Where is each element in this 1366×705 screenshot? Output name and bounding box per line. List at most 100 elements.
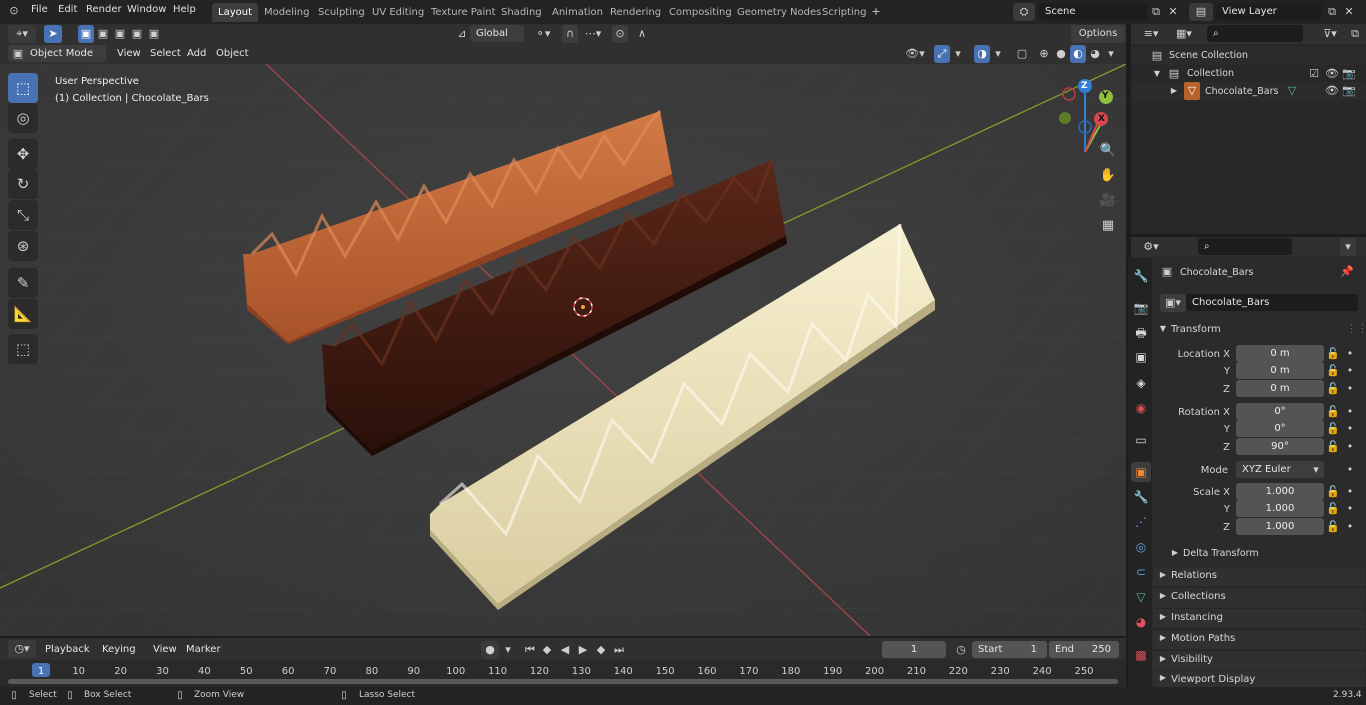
- zoom-icon[interactable]: 🔍: [1099, 142, 1117, 160]
- material-tab-icon[interactable]: ◕: [1131, 612, 1151, 632]
- options-button[interactable]: Options: [1071, 25, 1125, 43]
- collection-visibility-icon[interactable]: 👁: [1325, 65, 1339, 83]
- tab-layout[interactable]: Layout: [212, 3, 258, 22]
- cursor-tool[interactable]: ◎: [8, 103, 38, 133]
- keyframe-location-x-icon[interactable]: •: [1345, 345, 1355, 363]
- outliner-row-scene[interactable]: [1131, 47, 1366, 65]
- location-z-field[interactable]: 0 m: [1236, 380, 1324, 397]
- viewport-3d[interactable]: [0, 64, 1126, 636]
- remove-view-layer-icon[interactable]: ✕: [1342, 3, 1356, 21]
- shading-dropdown-icon[interactable]: ▾: [1104, 45, 1118, 63]
- playback-menu[interactable]: Playback: [40, 641, 95, 658]
- keying-set-dropdown-icon[interactable]: ▾: [501, 641, 515, 659]
- keyframe-rotation-x-icon[interactable]: •: [1345, 403, 1355, 421]
- jump-next-keyframe-icon[interactable]: ◆: [593, 641, 609, 659]
- render-tab-icon[interactable]: 📷: [1131, 298, 1151, 318]
- physics-tab-icon[interactable]: ◎: [1131, 537, 1151, 557]
- select-mode-invert-icon[interactable]: ▣: [129, 25, 145, 43]
- lock-location-y-icon[interactable]: 🔓: [1326, 362, 1340, 380]
- keyframe-scale-z-icon[interactable]: •: [1345, 518, 1355, 536]
- snap-icon[interactable]: ∩: [562, 25, 578, 43]
- lock-location-x-icon[interactable]: 🔓: [1326, 345, 1340, 363]
- view-layer-field[interactable]: View Layer: [1216, 3, 1322, 20]
- timeline-scrollbar[interactable]: [8, 679, 1118, 684]
- scale-z-field[interactable]: 1.000: [1236, 518, 1324, 535]
- outliner-display-mode-icon[interactable]: ▦▾: [1172, 25, 1196, 43]
- lock-scale-y-icon[interactable]: 🔓: [1326, 500, 1340, 518]
- tab-rendering[interactable]: Rendering: [604, 3, 667, 22]
- blender-logo-icon[interactable]: ⊙: [6, 2, 22, 20]
- select-mode-subtract-icon[interactable]: ▣: [112, 25, 128, 43]
- add-workspace-icon[interactable]: +: [870, 3, 882, 21]
- annotate-tool[interactable]: ✎: [8, 268, 38, 298]
- scale-y-field[interactable]: 1.000: [1236, 500, 1324, 517]
- menu-view[interactable]: View: [117, 48, 141, 59]
- particles-tab-icon[interactable]: ⋰: [1131, 512, 1151, 532]
- xray-icon[interactable]: ▢: [1014, 45, 1030, 63]
- menu-edit[interactable]: Edit: [58, 4, 77, 15]
- outliner-filter-icon[interactable]: ⊽▾: [1318, 25, 1342, 43]
- snap-target-icon[interactable]: ⋯▾: [580, 25, 606, 43]
- object-visibility-icon[interactable]: 👁: [1325, 82, 1339, 100]
- keyframe-rotation-z-icon[interactable]: •: [1345, 438, 1355, 456]
- lock-location-z-icon[interactable]: 🔓: [1326, 380, 1340, 398]
- properties-options-icon[interactable]: ▾: [1340, 238, 1356, 256]
- collection-checkbox-icon[interactable]: ☑: [1308, 65, 1320, 83]
- keyframe-scale-x-icon[interactable]: •: [1345, 483, 1355, 501]
- menu-select[interactable]: Select: [150, 48, 181, 59]
- modifier-tab-icon[interactable]: 🔧: [1131, 487, 1151, 507]
- preview-range-icon[interactable]: ◷: [953, 641, 969, 659]
- world-tab-icon[interactable]: ◉: [1131, 398, 1151, 418]
- rotation-x-field[interactable]: 0°: [1236, 403, 1324, 420]
- menu-window[interactable]: Window: [127, 4, 166, 15]
- texture-tab-icon[interactable]: ▩: [1131, 645, 1151, 665]
- auto-keying-icon[interactable]: ●: [481, 641, 499, 659]
- properties-editor-type-icon[interactable]: ⚙▾: [1138, 238, 1164, 256]
- tab-uv-editing[interactable]: UV Editing: [366, 3, 430, 22]
- scale-tool[interactable]: ⤡: [8, 200, 38, 230]
- transform-panel-title[interactable]: Transform: [1171, 324, 1221, 335]
- pivot-point-icon[interactable]: ⚬▾: [530, 25, 556, 43]
- object-tab-icon[interactable]: ▣: [1131, 462, 1151, 482]
- expand-object-icon[interactable]: ▶: [1169, 82, 1179, 100]
- location-y-field[interactable]: 0 m: [1236, 362, 1324, 379]
- keying-menu[interactable]: Keying: [97, 641, 145, 658]
- mesh-data-icon[interactable]: ▽: [1285, 82, 1299, 100]
- new-collection-icon[interactable]: ⧉: [1348, 25, 1362, 43]
- marker-menu[interactable]: Marker: [182, 641, 222, 658]
- gizmo-toggle-icon[interactable]: ⤢: [934, 45, 950, 63]
- expand-collection-icon[interactable]: ▼: [1152, 65, 1162, 83]
- rotation-y-field[interactable]: 0°: [1236, 420, 1324, 437]
- transform-tool[interactable]: ⊛: [8, 231, 38, 261]
- lock-rotation-x-icon[interactable]: 🔓: [1326, 403, 1340, 421]
- keyframe-scale-y-icon[interactable]: •: [1345, 500, 1355, 518]
- pin-icon[interactable]: 📌: [1340, 263, 1354, 281]
- visibility-filter-icon[interactable]: 👁▾: [902, 45, 928, 63]
- jump-prev-keyframe-icon[interactable]: ◆: [539, 641, 555, 659]
- timeline-editor-type-icon[interactable]: ◷▾: [8, 640, 36, 658]
- jump-start-icon[interactable]: ⏮: [522, 641, 538, 659]
- transform-drag-handle-icon[interactable]: ⋮⋮: [1346, 320, 1366, 338]
- scale-x-field[interactable]: 1.000: [1236, 483, 1324, 500]
- view-menu[interactable]: View: [149, 641, 179, 658]
- tab-compositing[interactable]: Compositing: [663, 3, 738, 22]
- gizmo-dropdown-icon[interactable]: ▾: [952, 45, 964, 63]
- transform-orientation-icon[interactable]: ⊿: [455, 25, 469, 43]
- transform-orientation-select[interactable]: Global: [470, 25, 524, 42]
- keyframe-location-y-icon[interactable]: •: [1345, 362, 1355, 380]
- start-frame-field[interactable]: Start 1: [972, 641, 1047, 658]
- delta-expand-icon[interactable]: ▶: [1170, 544, 1180, 562]
- properties-search-input[interactable]: ⌕: [1198, 238, 1292, 255]
- menu-file[interactable]: File: [31, 4, 48, 15]
- keyframe-rotation-y-icon[interactable]: •: [1345, 420, 1355, 438]
- select-mode-extend-icon[interactable]: ▣: [95, 25, 111, 43]
- tool-tab-icon[interactable]: 🔧: [1131, 266, 1151, 286]
- collection-tab-icon[interactable]: ▭: [1131, 430, 1151, 450]
- tab-shading[interactable]: Shading: [495, 3, 548, 22]
- select-mode-new-icon[interactable]: ▣: [78, 25, 94, 43]
- keyframe-location-z-icon[interactable]: •: [1345, 380, 1355, 398]
- lock-rotation-y-icon[interactable]: 🔓: [1326, 420, 1340, 438]
- camera-view-icon[interactable]: 🎥: [1099, 192, 1117, 210]
- datablock-name-field[interactable]: Chocolate_Bars: [1186, 294, 1358, 311]
- tab-modeling[interactable]: Modeling: [258, 3, 316, 22]
